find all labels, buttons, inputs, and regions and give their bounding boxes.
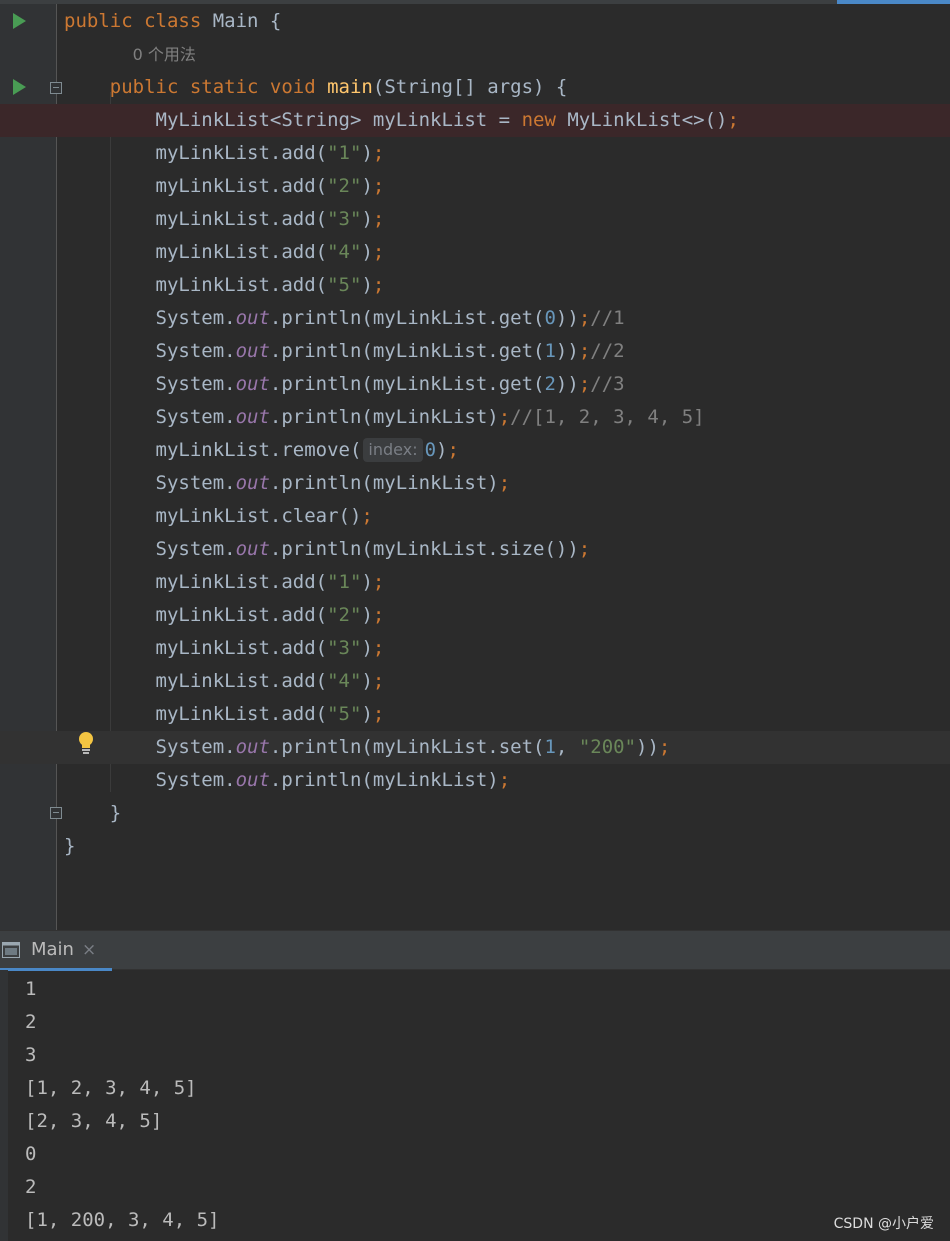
console-output-line: [2, 3, 4, 5] [25, 1110, 163, 1132]
code-line[interactable]: public static void main(String[] args) { [0, 71, 950, 104]
code-line[interactable]: myLinkList.add("5"); [0, 269, 950, 302]
active-tab-underline [0, 968, 112, 971]
close-icon[interactable]: × [82, 940, 96, 960]
console-output-line: 2 [25, 1176, 37, 1198]
code-line[interactable]: System.out.println(myLinkList); [0, 764, 950, 797]
run-panel: Main × 1 2 3 [1, 2, 3, 4, 5] [2, 3, 4, 5… [0, 930, 950, 1241]
code-line[interactable]: System.out.println(myLinkList.get(2));//… [0, 368, 950, 401]
current-line[interactable]: System.out.println(myLinkList.set(1, "20… [0, 731, 950, 764]
code-line[interactable]: System.out.println(myLinkList.get(0));//… [0, 302, 950, 335]
code-editor[interactable]: public class Main { 0 个用法 public static … [0, 4, 950, 930]
console-output-line: 0 [25, 1143, 37, 1165]
console-output-line: 3 [25, 1044, 37, 1066]
console-output-line: [1, 200, 3, 4, 5] [25, 1209, 220, 1231]
code-line[interactable]: myLinkList.add("1"); [0, 566, 950, 599]
code-line[interactable]: } [0, 797, 950, 830]
lightbulb-icon[interactable] [78, 732, 94, 754]
console-gutter [0, 970, 8, 1241]
usage-hint[interactable]: 0 个用法 [133, 45, 196, 64]
code-line[interactable]: public class Main { [0, 5, 950, 38]
watermark: CSDN @小户爱 [833, 1216, 934, 1232]
code-line[interactable]: myLinkList.add("4"); [0, 665, 950, 698]
code-line[interactable]: myLinkList.add("2"); [0, 170, 950, 203]
console-output-line: 2 [25, 1011, 37, 1033]
parameter-hint: index: [363, 438, 423, 462]
code-line[interactable]: myLinkList.add("2"); [0, 599, 950, 632]
usage-hint-line: 0 个用法 [0, 38, 950, 71]
tab-label: Main [31, 939, 74, 960]
code-line[interactable]: myLinkList.remove(index: 0); [0, 434, 950, 467]
code-line[interactable]: myLinkList.clear(); [0, 500, 950, 533]
tab-main[interactable]: Main × [0, 931, 112, 971]
breakpoint-line[interactable]: MyLinkList<String> myLinkList = new MyLi… [0, 104, 950, 137]
code-line[interactable]: System.out.println(myLinkList.size()); [0, 533, 950, 566]
console-icon [2, 942, 20, 958]
run-tab-bar: Main × [0, 930, 950, 971]
code-line[interactable]: myLinkList.add("1"); [0, 137, 950, 170]
code-line[interactable]: myLinkList.add("5"); [0, 698, 950, 731]
code-line[interactable]: System.out.println(myLinkList.get(1));//… [0, 335, 950, 368]
code-line[interactable]: myLinkList.add("4"); [0, 236, 950, 269]
code-line[interactable]: myLinkList.add("3"); [0, 203, 950, 236]
code-line[interactable]: System.out.println(myLinkList);//[1, 2, … [0, 401, 950, 434]
console-output-line: [1, 2, 3, 4, 5] [25, 1077, 197, 1099]
code-line[interactable]: myLinkList.add("3"); [0, 632, 950, 665]
code-line[interactable]: System.out.println(myLinkList); [0, 467, 950, 500]
console-output-line: 1 [25, 978, 37, 1000]
code-line[interactable]: } [0, 830, 950, 863]
